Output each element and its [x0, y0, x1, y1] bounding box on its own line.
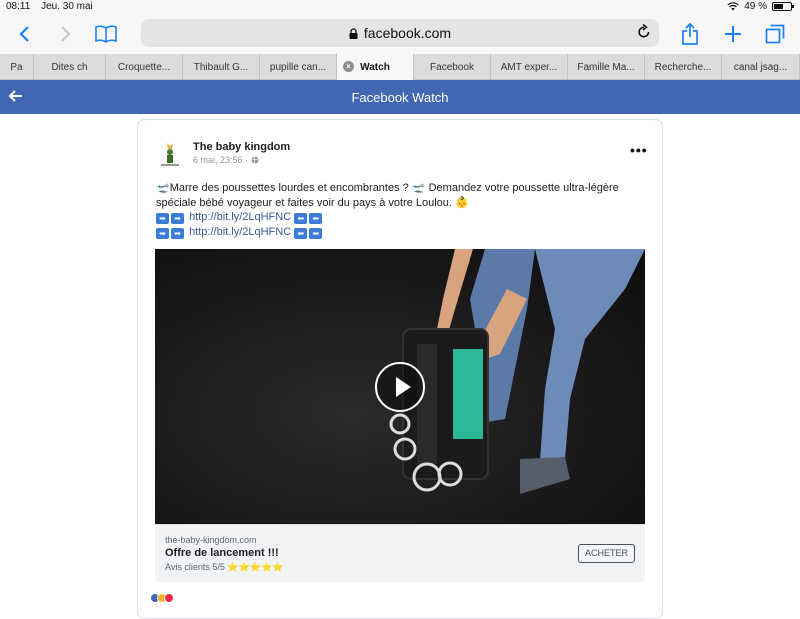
love-reaction-icon	[164, 593, 174, 603]
browser-tab[interactable]: Thibault G...	[183, 54, 260, 80]
page-avatar[interactable]	[156, 140, 184, 168]
battery-percent: 49 %	[744, 1, 767, 12]
post-link-2[interactable]: http://bit.ly/2LqHFNC	[189, 226, 291, 238]
browser-tab[interactable]: Recherche...	[645, 54, 722, 80]
left-arrow-icon: ⬅	[309, 213, 323, 224]
browser-tab[interactable]: Facebook	[414, 54, 491, 80]
share-icon[interactable]	[680, 22, 700, 46]
baby-icon: 👶	[455, 196, 469, 209]
attachment-domain: the-baby-kingdom.com	[165, 535, 257, 545]
browser-tab[interactable]: Pa	[0, 54, 34, 80]
right-arrow-icon: ➡	[171, 213, 184, 224]
tabs-overview-icon[interactable]	[764, 22, 786, 46]
status-time: 08:11	[6, 1, 31, 12]
lock-icon	[349, 27, 358, 39]
browser-tab[interactable]: × Watch	[337, 54, 414, 80]
browser-tab[interactable]: AMT exper...	[491, 54, 568, 80]
browser-tab[interactable]: Dites ch	[34, 54, 106, 80]
browser-tab-label: Famille Ma...	[577, 61, 635, 73]
status-date: Jeu. 30 mai	[41, 1, 93, 12]
browser-tab[interactable]: canal jsag...	[722, 54, 800, 80]
bookmarks-icon[interactable]	[93, 22, 119, 46]
left-arrow-icon: ⬅	[309, 227, 323, 239]
post-author[interactable]: The baby kingdom	[193, 141, 290, 153]
left-arrow-icon: ⬅	[294, 213, 308, 224]
post-text-line1b: Demandez votre poussette ultra-légère	[425, 182, 619, 194]
page-title: Facebook Watch	[351, 90, 449, 105]
browser-tab-label: Recherche...	[654, 61, 712, 73]
buy-button[interactable]: ACHETER	[578, 544, 635, 563]
globe-icon	[251, 156, 259, 164]
airplane-icon: 🛫	[411, 182, 426, 194]
browser-tab[interactable]: pupille can...	[260, 54, 337, 80]
browser-tab-label: Watch	[360, 61, 390, 73]
browser-tab[interactable]: Famille Ma...	[568, 54, 645, 80]
browser-tab-label: canal jsag...	[733, 61, 788, 73]
wifi-icon	[727, 2, 739, 11]
browser-tab[interactable]: Croquette...	[106, 54, 183, 80]
attachment-headline[interactable]: Offre de lancement !!!	[165, 547, 279, 559]
tab-strip: Pa Dites ch Croquette... Thibault G... pupil…	[0, 54, 800, 80]
right-arrow-icon: ➡	[156, 227, 169, 239]
left-arrow-icon: ⬅	[294, 227, 308, 239]
browser-tab-label: AMT exper...	[500, 61, 558, 73]
back-icon[interactable]	[14, 22, 34, 46]
right-arrow-icon: ➡	[171, 227, 184, 239]
right-arrow-icon: ➡	[156, 213, 169, 224]
browser-tab-label: pupille can...	[269, 61, 327, 73]
battery-icon	[772, 2, 794, 11]
forward-icon[interactable]	[56, 22, 76, 46]
post-text-line2: spéciale bébé voyageur et faites voir du…	[156, 196, 456, 209]
browser-tab-label: Pa	[10, 61, 23, 73]
airplane-icon: 🛫	[156, 182, 170, 194]
status-bar: 08:11 Jeu. 30 mai 49 %	[0, 0, 800, 14]
browser-tab-label: Thibault G...	[193, 61, 249, 73]
post-text: 🛫Marre des poussettes lourdes et encombr…	[156, 181, 646, 239]
facebook-header: Facebook Watch	[0, 80, 800, 114]
browser-tab-label: Dites ch	[51, 61, 88, 73]
attachment-description: Avis clients 5/5 ⭐⭐⭐⭐⭐	[165, 562, 284, 572]
browser-tab-label: Croquette...	[117, 61, 171, 73]
browser-toolbar: facebook.com	[0, 14, 800, 54]
reload-icon[interactable]	[637, 24, 651, 40]
address-bar[interactable]: facebook.com	[141, 19, 659, 47]
url-text: facebook.com	[363, 25, 452, 41]
post-meta: 6 mai, 23:56 ·	[193, 155, 259, 165]
post-text-line1: Marre des poussettes lourdes et encombra…	[169, 182, 412, 194]
new-tab-icon[interactable]	[722, 22, 744, 46]
play-button[interactable]	[375, 362, 425, 412]
reactions-summary[interactable]	[150, 593, 174, 603]
post-link-1[interactable]: http://bit.ly/2LqHFNC	[189, 211, 291, 223]
post-date[interactable]: 6 mai, 23:56 ·	[193, 155, 248, 165]
browser-tab-label: Facebook	[430, 61, 474, 73]
close-tab-icon[interactable]: ×	[343, 61, 354, 72]
more-options-icon[interactable]: •••	[630, 142, 648, 158]
